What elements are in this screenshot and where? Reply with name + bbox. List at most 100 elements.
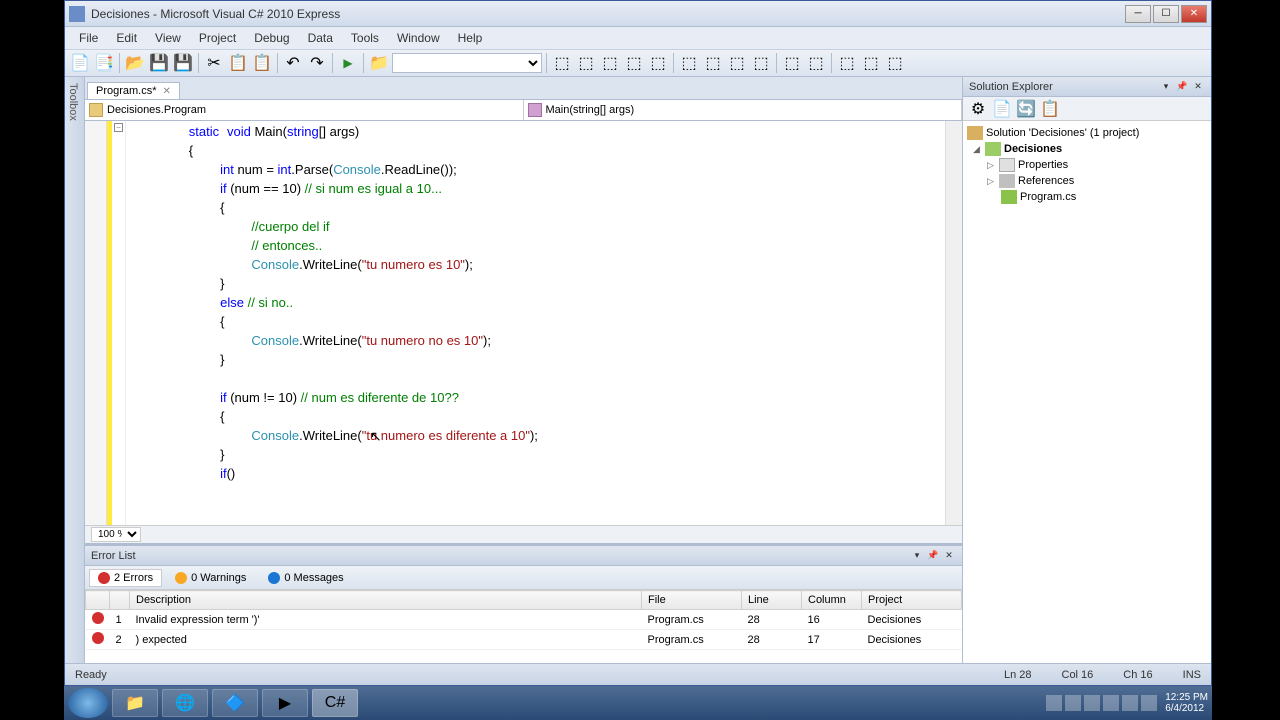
system-tray[interactable]: 12:25 PM 6/4/2012 — [1046, 692, 1208, 714]
pin-icon[interactable]: 📌 — [926, 549, 940, 563]
solution-explorer-header[interactable]: Solution Explorer ▾ 📌 ✕ — [963, 77, 1211, 97]
menu-debug[interactable]: Debug — [246, 29, 297, 47]
task-visual-studio[interactable]: C# — [312, 689, 358, 717]
expander-icon[interactable]: ▷ — [987, 160, 999, 171]
tb-icon[interactable]: ⬚ — [750, 52, 772, 74]
undo-button[interactable]: ↶ — [282, 52, 304, 74]
menu-window[interactable]: Window — [389, 29, 448, 47]
errors-tab[interactable]: 2 Errors — [89, 569, 162, 587]
tree-properties[interactable]: ▷ Properties — [967, 157, 1207, 173]
col-column[interactable]: Column — [802, 591, 862, 610]
new-project-button[interactable]: 📄 — [69, 52, 91, 74]
dropdown-icon[interactable]: ▾ — [1159, 80, 1173, 94]
code-content[interactable]: static void Main(string[] args) { int nu… — [126, 121, 945, 525]
view-code-button[interactable]: 📋 — [1039, 98, 1061, 120]
class-dropdown[interactable]: Decisiones.Program — [85, 100, 524, 120]
taskbar[interactable]: 📁 🌐 🔷 ▶ C# 12:25 PM 6/4/2012 — [64, 686, 1212, 720]
save-all-button[interactable]: 💾 — [172, 52, 194, 74]
tab-close-icon[interactable]: ✕ — [163, 86, 171, 97]
tree-file-program[interactable]: Program.cs — [967, 189, 1207, 205]
tray-icon[interactable] — [1065, 695, 1081, 711]
tb-icon[interactable]: ⬚ — [702, 52, 724, 74]
open-button[interactable]: 📂 — [124, 52, 146, 74]
tray-icon[interactable] — [1084, 695, 1100, 711]
start-button[interactable] — [68, 688, 108, 718]
tb-icon[interactable]: ⬚ — [599, 52, 621, 74]
task-explorer[interactable]: 📁 — [112, 689, 158, 717]
menu-tools[interactable]: Tools — [343, 29, 387, 47]
code-editor[interactable]: − static void Main(string[] args) { int … — [85, 121, 962, 525]
task-app[interactable]: 🔷 — [212, 689, 258, 717]
titlebar[interactable]: Decisiones - Microsoft Visual C# 2010 Ex… — [65, 1, 1211, 27]
config-button[interactable]: 📁 — [368, 52, 390, 74]
minimize-button[interactable]: ─ — [1125, 5, 1151, 23]
pin-icon[interactable]: 📌 — [1175, 80, 1189, 94]
col-description[interactable]: Description — [130, 591, 642, 610]
task-app[interactable]: ▶ — [262, 689, 308, 717]
collapse-icon[interactable]: − — [114, 123, 123, 132]
save-button[interactable]: 💾 — [148, 52, 170, 74]
tb-icon[interactable]: ⬚ — [551, 52, 573, 74]
tb-icon[interactable]: ⬚ — [726, 52, 748, 74]
col-icon[interactable] — [86, 591, 110, 610]
menu-help[interactable]: Help — [450, 29, 491, 47]
tb-icon[interactable]: ⬚ — [805, 52, 827, 74]
messages-tab[interactable]: 0 Messages — [259, 569, 352, 587]
col-line[interactable]: Line — [742, 591, 802, 610]
tray-icon[interactable] — [1122, 695, 1138, 711]
menu-data[interactable]: Data — [300, 29, 341, 47]
expander-icon[interactable]: ◢ — [973, 144, 985, 155]
tree-project[interactable]: ◢ Decisiones — [967, 141, 1207, 157]
copy-button[interactable]: 📋 — [227, 52, 249, 74]
paste-button[interactable]: 📋 — [251, 52, 273, 74]
tray-icon[interactable] — [1046, 695, 1062, 711]
toolbox-tab[interactable]: Toolbox — [65, 77, 85, 663]
redo-button[interactable]: ↷ — [306, 52, 328, 74]
solution-tree[interactable]: Solution 'Decisiones' (1 project) ◢ Deci… — [963, 121, 1211, 663]
close-button[interactable]: ✕ — [1181, 5, 1207, 23]
menu-edit[interactable]: Edit — [108, 29, 145, 47]
menu-file[interactable]: File — [71, 29, 106, 47]
task-chrome[interactable]: 🌐 — [162, 689, 208, 717]
clock[interactable]: 12:25 PM 6/4/2012 — [1165, 692, 1208, 714]
error-row[interactable]: 2 ) expected Program.cs 28 17 Decisiones — [86, 630, 962, 650]
close-icon[interactable]: ✕ — [1191, 80, 1205, 94]
tray-icon[interactable] — [1141, 695, 1157, 711]
cut-button[interactable]: ✂ — [203, 52, 225, 74]
tb-icon[interactable]: ⬚ — [647, 52, 669, 74]
refresh-button[interactable]: 🔄 — [1015, 98, 1037, 120]
tray-icon[interactable] — [1103, 695, 1119, 711]
config-dropdown[interactable] — [392, 53, 542, 73]
tree-references[interactable]: ▷ References — [967, 173, 1207, 189]
menu-view[interactable]: View — [147, 29, 189, 47]
error-table[interactable]: Description File Line Column Project 1 I… — [85, 590, 962, 663]
dropdown-icon[interactable]: ▾ — [910, 549, 924, 563]
col-num[interactable] — [110, 591, 130, 610]
expander-icon[interactable]: ▷ — [987, 176, 999, 187]
project-icon — [985, 142, 1001, 156]
error-list-header[interactable]: Error List ▾ 📌 ✕ — [85, 546, 962, 566]
zoom-dropdown[interactable]: 100 % — [91, 527, 141, 542]
file-tab-program[interactable]: Program.cs* ✕ — [87, 82, 180, 99]
tb-icon[interactable]: ⬚ — [781, 52, 803, 74]
start-debug-button[interactable]: ▶ — [337, 52, 359, 74]
close-icon[interactable]: ✕ — [942, 549, 956, 563]
show-all-button[interactable]: 📄 — [991, 98, 1013, 120]
tb-icon[interactable]: ⬚ — [860, 52, 882, 74]
vertical-scrollbar[interactable] — [945, 121, 962, 525]
col-file[interactable]: File — [642, 591, 742, 610]
tb-icon[interactable]: ⬚ — [623, 52, 645, 74]
tb-icon[interactable]: ⬚ — [836, 52, 858, 74]
tb-icon[interactable]: ⬚ — [575, 52, 597, 74]
error-row[interactable]: 1 Invalid expression term ')' Program.cs… — [86, 610, 962, 630]
menu-project[interactable]: Project — [191, 29, 244, 47]
col-project[interactable]: Project — [862, 591, 962, 610]
tree-solution[interactable]: Solution 'Decisiones' (1 project) — [967, 125, 1207, 141]
tb-icon[interactable]: ⬚ — [884, 52, 906, 74]
add-item-button[interactable]: 📑 — [93, 52, 115, 74]
tb-icon[interactable]: ⬚ — [678, 52, 700, 74]
warnings-tab[interactable]: 0 Warnings — [166, 569, 255, 587]
maximize-button[interactable]: ☐ — [1153, 5, 1179, 23]
method-dropdown[interactable]: Main(string[] args) — [524, 100, 963, 120]
properties-button[interactable]: ⚙ — [967, 98, 989, 120]
